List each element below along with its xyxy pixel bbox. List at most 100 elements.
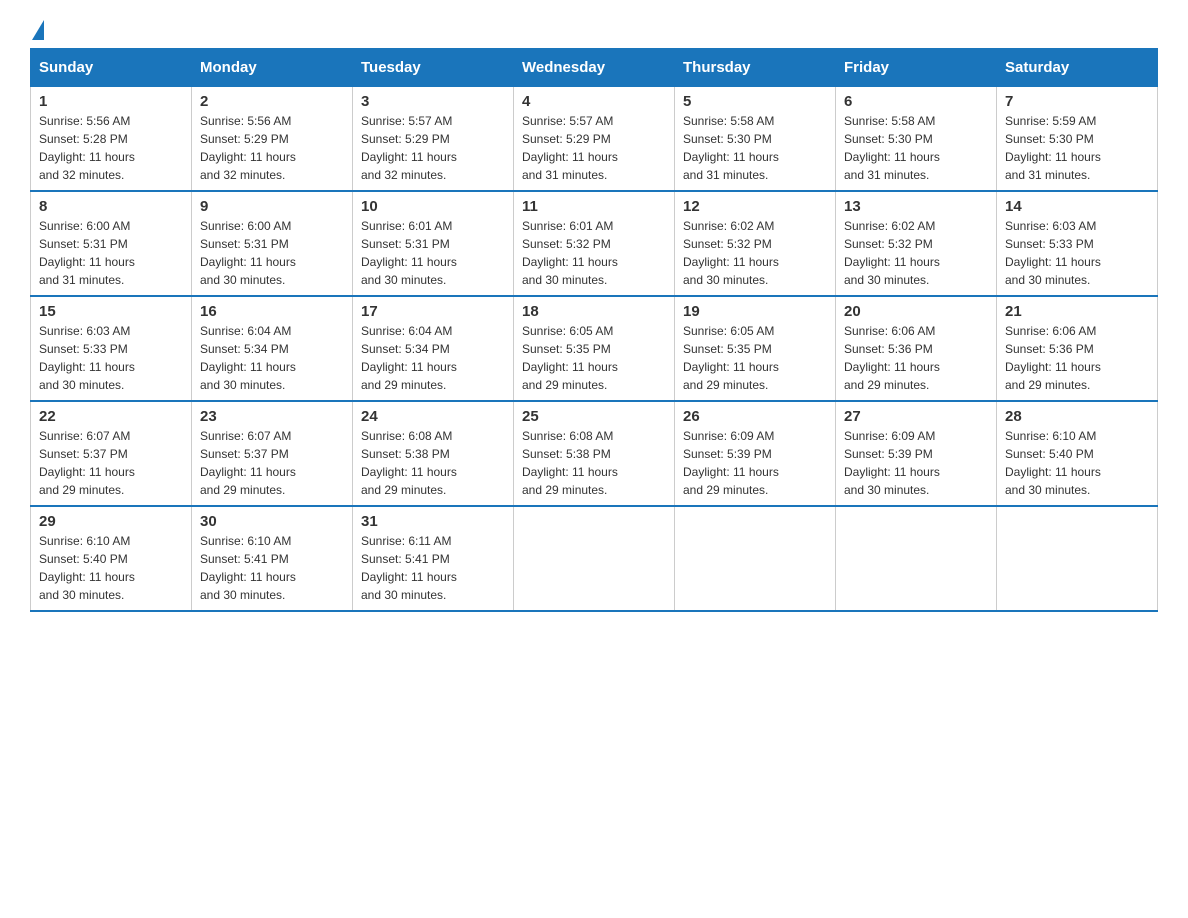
day-info: Sunrise: 6:06 AM Sunset: 5:36 PM Dayligh… xyxy=(1005,322,1149,394)
calendar-cell xyxy=(836,506,997,611)
header-wednesday: Wednesday xyxy=(514,49,675,87)
calendar-cell xyxy=(675,506,836,611)
day-info: Sunrise: 6:07 AM Sunset: 5:37 PM Dayligh… xyxy=(200,427,344,499)
calendar-cell: 2 Sunrise: 5:56 AM Sunset: 5:29 PM Dayli… xyxy=(192,87,353,192)
calendar-cell: 7 Sunrise: 5:59 AM Sunset: 5:30 PM Dayli… xyxy=(997,87,1158,192)
day-info: Sunrise: 6:00 AM Sunset: 5:31 PM Dayligh… xyxy=(200,217,344,289)
calendar-cell: 24 Sunrise: 6:08 AM Sunset: 5:38 PM Dayl… xyxy=(353,401,514,506)
day-number: 26 xyxy=(683,408,827,425)
calendar-header-row: SundayMondayTuesdayWednesdayThursdayFrid… xyxy=(31,49,1158,87)
calendar-cell: 28 Sunrise: 6:10 AM Sunset: 5:40 PM Dayl… xyxy=(997,401,1158,506)
calendar-cell: 25 Sunrise: 6:08 AM Sunset: 5:38 PM Dayl… xyxy=(514,401,675,506)
day-info: Sunrise: 6:08 AM Sunset: 5:38 PM Dayligh… xyxy=(361,427,505,499)
calendar-cell: 12 Sunrise: 6:02 AM Sunset: 5:32 PM Dayl… xyxy=(675,191,836,296)
day-number: 10 xyxy=(361,198,505,215)
header-tuesday: Tuesday xyxy=(353,49,514,87)
day-number: 16 xyxy=(200,303,344,320)
calendar-cell xyxy=(514,506,675,611)
calendar-cell: 3 Sunrise: 5:57 AM Sunset: 5:29 PM Dayli… xyxy=(353,87,514,192)
calendar-cell: 16 Sunrise: 6:04 AM Sunset: 5:34 PM Dayl… xyxy=(192,296,353,401)
calendar-cell: 23 Sunrise: 6:07 AM Sunset: 5:37 PM Dayl… xyxy=(192,401,353,506)
calendar-cell: 10 Sunrise: 6:01 AM Sunset: 5:31 PM Dayl… xyxy=(353,191,514,296)
calendar-cell: 31 Sunrise: 6:11 AM Sunset: 5:41 PM Dayl… xyxy=(353,506,514,611)
day-info: Sunrise: 6:07 AM Sunset: 5:37 PM Dayligh… xyxy=(39,427,183,499)
day-info: Sunrise: 6:09 AM Sunset: 5:39 PM Dayligh… xyxy=(844,427,988,499)
day-number: 12 xyxy=(683,198,827,215)
logo-triangle-icon xyxy=(32,20,44,40)
calendar-cell: 19 Sunrise: 6:05 AM Sunset: 5:35 PM Dayl… xyxy=(675,296,836,401)
day-number: 24 xyxy=(361,408,505,425)
day-number: 28 xyxy=(1005,408,1149,425)
logo-text xyxy=(30,20,46,40)
day-number: 29 xyxy=(39,513,183,530)
logo xyxy=(30,20,46,38)
day-number: 21 xyxy=(1005,303,1149,320)
day-info: Sunrise: 5:56 AM Sunset: 5:29 PM Dayligh… xyxy=(200,112,344,184)
day-info: Sunrise: 6:00 AM Sunset: 5:31 PM Dayligh… xyxy=(39,217,183,289)
calendar-cell: 13 Sunrise: 6:02 AM Sunset: 5:32 PM Dayl… xyxy=(836,191,997,296)
day-number: 18 xyxy=(522,303,666,320)
day-info: Sunrise: 6:03 AM Sunset: 5:33 PM Dayligh… xyxy=(39,322,183,394)
calendar-cell: 14 Sunrise: 6:03 AM Sunset: 5:33 PM Dayl… xyxy=(997,191,1158,296)
calendar-cell: 11 Sunrise: 6:01 AM Sunset: 5:32 PM Dayl… xyxy=(514,191,675,296)
day-number: 20 xyxy=(844,303,988,320)
calendar-cell: 9 Sunrise: 6:00 AM Sunset: 5:31 PM Dayli… xyxy=(192,191,353,296)
day-info: Sunrise: 6:08 AM Sunset: 5:38 PM Dayligh… xyxy=(522,427,666,499)
calendar-week-1: 1 Sunrise: 5:56 AM Sunset: 5:28 PM Dayli… xyxy=(31,87,1158,192)
day-number: 1 xyxy=(39,93,183,110)
day-number: 9 xyxy=(200,198,344,215)
calendar-cell: 4 Sunrise: 5:57 AM Sunset: 5:29 PM Dayli… xyxy=(514,87,675,192)
day-number: 25 xyxy=(522,408,666,425)
day-number: 22 xyxy=(39,408,183,425)
calendar-cell: 18 Sunrise: 6:05 AM Sunset: 5:35 PM Dayl… xyxy=(514,296,675,401)
day-info: Sunrise: 6:11 AM Sunset: 5:41 PM Dayligh… xyxy=(361,532,505,604)
day-info: Sunrise: 6:01 AM Sunset: 5:32 PM Dayligh… xyxy=(522,217,666,289)
day-info: Sunrise: 6:10 AM Sunset: 5:40 PM Dayligh… xyxy=(39,532,183,604)
day-info: Sunrise: 5:57 AM Sunset: 5:29 PM Dayligh… xyxy=(522,112,666,184)
header-monday: Monday xyxy=(192,49,353,87)
calendar-cell: 5 Sunrise: 5:58 AM Sunset: 5:30 PM Dayli… xyxy=(675,87,836,192)
day-info: Sunrise: 6:04 AM Sunset: 5:34 PM Dayligh… xyxy=(361,322,505,394)
day-number: 8 xyxy=(39,198,183,215)
calendar-cell: 1 Sunrise: 5:56 AM Sunset: 5:28 PM Dayli… xyxy=(31,87,192,192)
calendar-cell: 6 Sunrise: 5:58 AM Sunset: 5:30 PM Dayli… xyxy=(836,87,997,192)
day-info: Sunrise: 6:10 AM Sunset: 5:41 PM Dayligh… xyxy=(200,532,344,604)
day-number: 31 xyxy=(361,513,505,530)
day-number: 5 xyxy=(683,93,827,110)
header-sunday: Sunday xyxy=(31,49,192,87)
day-info: Sunrise: 6:05 AM Sunset: 5:35 PM Dayligh… xyxy=(683,322,827,394)
day-info: Sunrise: 6:02 AM Sunset: 5:32 PM Dayligh… xyxy=(844,217,988,289)
day-number: 15 xyxy=(39,303,183,320)
header-saturday: Saturday xyxy=(997,49,1158,87)
calendar-week-2: 8 Sunrise: 6:00 AM Sunset: 5:31 PM Dayli… xyxy=(31,191,1158,296)
calendar-week-3: 15 Sunrise: 6:03 AM Sunset: 5:33 PM Dayl… xyxy=(31,296,1158,401)
calendar-cell: 29 Sunrise: 6:10 AM Sunset: 5:40 PM Dayl… xyxy=(31,506,192,611)
calendar-week-4: 22 Sunrise: 6:07 AM Sunset: 5:37 PM Dayl… xyxy=(31,401,1158,506)
day-number: 23 xyxy=(200,408,344,425)
calendar-cell: 8 Sunrise: 6:00 AM Sunset: 5:31 PM Dayli… xyxy=(31,191,192,296)
day-info: Sunrise: 6:09 AM Sunset: 5:39 PM Dayligh… xyxy=(683,427,827,499)
day-number: 19 xyxy=(683,303,827,320)
day-number: 27 xyxy=(844,408,988,425)
day-number: 11 xyxy=(522,198,666,215)
day-number: 3 xyxy=(361,93,505,110)
calendar-cell xyxy=(997,506,1158,611)
day-number: 30 xyxy=(200,513,344,530)
day-info: Sunrise: 5:58 AM Sunset: 5:30 PM Dayligh… xyxy=(844,112,988,184)
day-number: 13 xyxy=(844,198,988,215)
day-number: 7 xyxy=(1005,93,1149,110)
day-info: Sunrise: 6:06 AM Sunset: 5:36 PM Dayligh… xyxy=(844,322,988,394)
header-thursday: Thursday xyxy=(675,49,836,87)
calendar-cell: 17 Sunrise: 6:04 AM Sunset: 5:34 PM Dayl… xyxy=(353,296,514,401)
calendar-cell: 26 Sunrise: 6:09 AM Sunset: 5:39 PM Dayl… xyxy=(675,401,836,506)
calendar-cell: 21 Sunrise: 6:06 AM Sunset: 5:36 PM Dayl… xyxy=(997,296,1158,401)
calendar-cell: 30 Sunrise: 6:10 AM Sunset: 5:41 PM Dayl… xyxy=(192,506,353,611)
day-number: 4 xyxy=(522,93,666,110)
day-info: Sunrise: 6:01 AM Sunset: 5:31 PM Dayligh… xyxy=(361,217,505,289)
calendar-week-5: 29 Sunrise: 6:10 AM Sunset: 5:40 PM Dayl… xyxy=(31,506,1158,611)
day-number: 17 xyxy=(361,303,505,320)
page-header xyxy=(30,20,1158,38)
calendar-cell: 15 Sunrise: 6:03 AM Sunset: 5:33 PM Dayl… xyxy=(31,296,192,401)
day-info: Sunrise: 6:02 AM Sunset: 5:32 PM Dayligh… xyxy=(683,217,827,289)
day-info: Sunrise: 6:03 AM Sunset: 5:33 PM Dayligh… xyxy=(1005,217,1149,289)
